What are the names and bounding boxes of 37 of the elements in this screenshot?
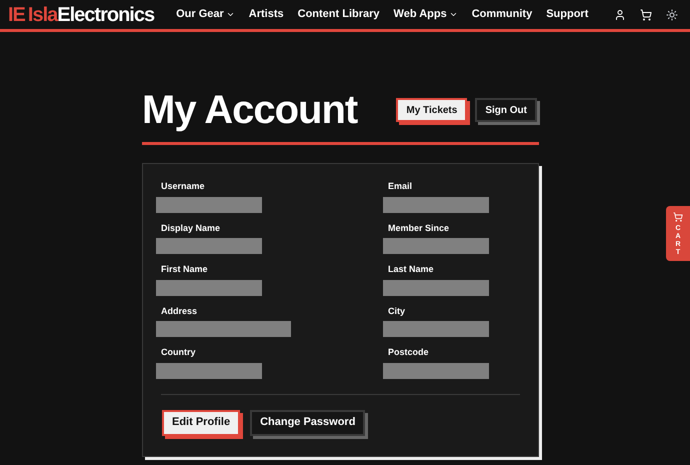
- field-label: Address: [160, 304, 198, 318]
- input-field[interactable]: [383, 362, 489, 378]
- logo-mark[interactable]: IE: [8, 4, 25, 24]
- input-field[interactable]: [383, 238, 489, 254]
- sun-icon[interactable]: [666, 8, 678, 20]
- primary-button[interactable]: My Tickets: [396, 98, 468, 122]
- field-label: Email: [387, 180, 414, 193]
- input-field[interactable]: [156, 280, 262, 296]
- field-label: Postcode: [387, 346, 430, 359]
- nav-link[interactable]: Community: [472, 6, 532, 23]
- secondary-button[interactable]: Sign Out: [475, 98, 537, 122]
- page-title: My Account: [142, 87, 358, 134]
- nav-link[interactable]: Support: [546, 6, 588, 23]
- chevron-down-icon: [226, 10, 235, 19]
- user-icon[interactable]: [614, 8, 626, 20]
- cart-icon[interactable]: [640, 8, 652, 20]
- chevron-down-icon: [448, 10, 458, 19]
- input-field[interactable]: [383, 280, 489, 296]
- input-field[interactable]: [383, 321, 489, 337]
- field-label: Last Name: [387, 263, 435, 276]
- nav-link[interactable]: Our Gear: [176, 6, 235, 23]
- brand-name[interactable]: IslaElectronics: [28, 4, 154, 24]
- input-field[interactable]: [383, 196, 489, 212]
- nav-link[interactable]: Artists: [248, 6, 284, 23]
- nav-link[interactable]: Content Library: [298, 6, 380, 23]
- field-label: First Name: [160, 263, 209, 276]
- cart-icon: [673, 212, 683, 222]
- input-field[interactable]: [156, 362, 262, 378]
- input-field[interactable]: [156, 321, 291, 337]
- field-label: Country: [160, 346, 196, 359]
- input-field[interactable]: [156, 238, 262, 254]
- nav-link[interactable]: Web Apps: [394, 6, 458, 23]
- field-label: City: [387, 304, 406, 318]
- field-label: Username: [160, 180, 206, 193]
- field-label: Display Name: [160, 222, 222, 235]
- field-label: Member Since: [387, 222, 450, 234]
- input-field[interactable]: [156, 196, 262, 212]
